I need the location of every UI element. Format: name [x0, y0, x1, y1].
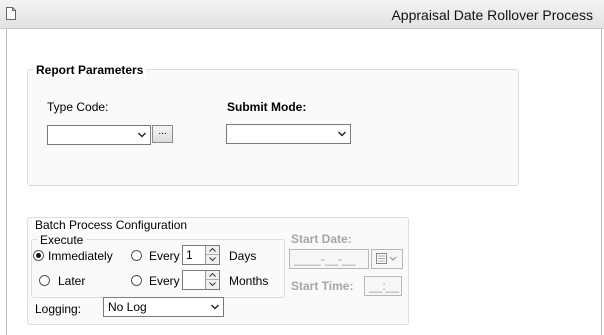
every-months-label: Every [149, 274, 180, 288]
chevron-down-icon [338, 131, 346, 137]
days-stepper[interactable]: 1 [182, 245, 220, 265]
days-value: 1 [186, 248, 193, 262]
execute-group [31, 239, 285, 298]
type-code-select[interactable] [47, 125, 151, 145]
every-months-radio[interactable] [131, 275, 142, 286]
spin-down-icon [209, 257, 216, 261]
days-down-button[interactable] [206, 255, 219, 264]
start-date-picker-button[interactable] [371, 249, 403, 269]
spin-up-icon [209, 248, 216, 252]
title-bar: Appraisal Date Rollover Process [0, 0, 604, 29]
chevron-down-icon [138, 132, 146, 138]
immediately-radio[interactable] [33, 250, 44, 261]
immediately-label: Immediately [48, 249, 113, 263]
spin-up-icon [209, 273, 216, 277]
submit-mode-label: Submit Mode: [227, 100, 307, 114]
chevron-down-icon [211, 304, 219, 310]
every-days-radio[interactable] [131, 250, 142, 261]
type-code-label: Type Code: [47, 100, 109, 114]
start-date-label: Start Date: [291, 232, 352, 246]
days-up-button[interactable] [206, 246, 219, 255]
days-label: Days [229, 249, 257, 263]
submit-mode-select[interactable] [226, 124, 351, 144]
batch-process-legend: Batch Process Configuration [32, 218, 191, 232]
type-code-lookup-button[interactable]: ... [152, 125, 173, 143]
logging-label: Logging: [35, 302, 82, 316]
start-time-label: Start Time: [291, 279, 354, 293]
window-title: Appraisal Date Rollover Process [391, 7, 593, 23]
start-date-input[interactable]: ____-__-__ [289, 249, 369, 269]
later-label: Later [58, 274, 86, 288]
logging-select[interactable]: No Log [103, 297, 224, 317]
content-area: Report Parameters Type Code: ... Submit … [6, 29, 602, 335]
every-days-label: Every [149, 249, 180, 263]
later-radio[interactable] [39, 275, 50, 286]
months-down-button[interactable] [206, 280, 219, 289]
execute-legend: Execute [37, 233, 87, 247]
logging-value: No Log [108, 300, 147, 314]
months-stepper[interactable] [182, 270, 220, 290]
report-parameters-legend: Report Parameters [33, 63, 147, 77]
months-up-button[interactable] [206, 271, 219, 280]
document-icon [6, 7, 16, 20]
spin-down-icon [209, 282, 216, 286]
start-time-input[interactable]: __:__ [364, 276, 402, 296]
months-label: Months [229, 274, 269, 288]
calendar-icon [376, 253, 397, 264]
